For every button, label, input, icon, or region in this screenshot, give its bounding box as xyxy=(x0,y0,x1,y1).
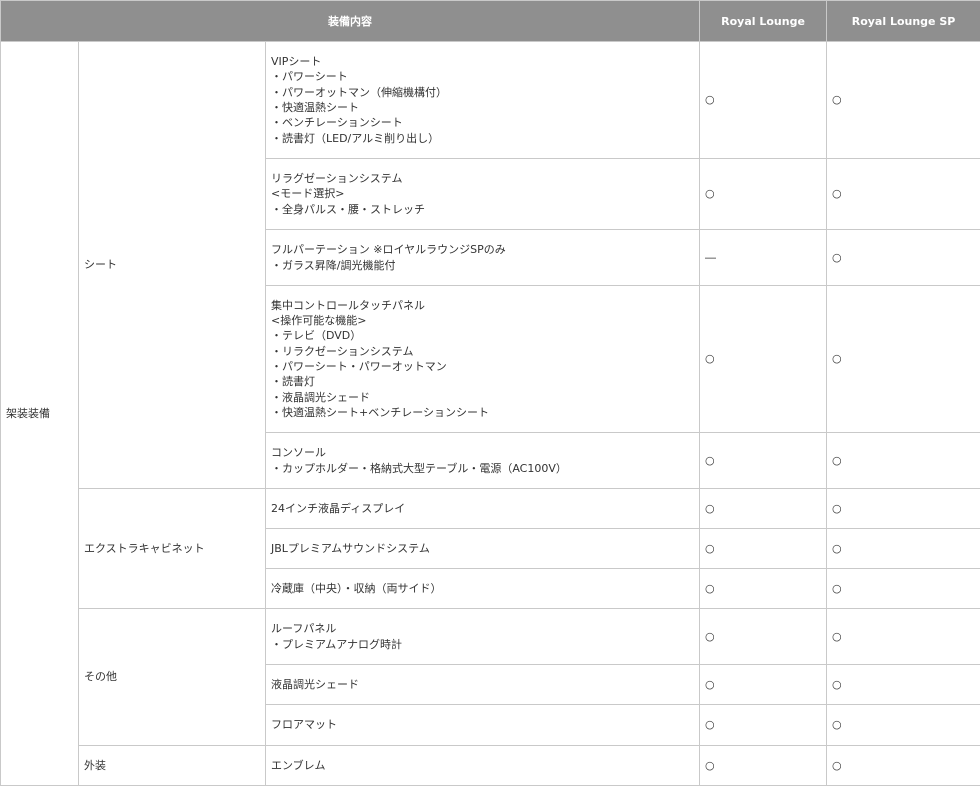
header-royal-lounge-sp: Royal Lounge SP xyxy=(827,1,980,42)
item-description: 24インチ液晶ディスプレイ xyxy=(266,489,700,529)
royal-lounge-mark: ○ xyxy=(700,529,827,569)
royal-lounge-sp-mark: ○ xyxy=(827,705,980,746)
royal-lounge-mark: ○ xyxy=(700,746,827,786)
group-cell-extra-cabinet: エクストラキャビネット xyxy=(79,489,266,609)
table-header-row: 装備内容 Royal Lounge Royal Lounge SP xyxy=(1,1,980,42)
royal-lounge-mark: ○ xyxy=(700,609,827,665)
item-description: ルーフパネル ・プレミアムアナログ時計 xyxy=(266,609,700,665)
item-description: 冷蔵庫（中央）・収納（両サイド） xyxy=(266,569,700,609)
royal-lounge-mark: ○ xyxy=(700,286,827,433)
royal-lounge-sp-mark: ○ xyxy=(827,433,980,489)
item-description: 液晶調光シェード xyxy=(266,665,700,705)
group-cell-other: その他 xyxy=(79,609,266,746)
royal-lounge-mark: ○ xyxy=(700,705,827,746)
item-description: エンブレム xyxy=(266,746,700,786)
royal-lounge-sp-mark: ○ xyxy=(827,609,980,665)
item-description: VIPシート ・パワーシート ・パワーオットマン（伸縮機構付） ・快適温熱シート… xyxy=(266,42,700,159)
group-cell-seat: シート xyxy=(79,42,266,489)
table-row: エクストラキャビネット 24インチ液晶ディスプレイ ○ ○ xyxy=(1,489,980,529)
royal-lounge-sp-mark: ○ xyxy=(827,159,980,230)
royal-lounge-mark: ― xyxy=(700,230,827,286)
royal-lounge-mark: ○ xyxy=(700,569,827,609)
royal-lounge-mark: ○ xyxy=(700,42,827,159)
royal-lounge-mark: ○ xyxy=(700,433,827,489)
royal-lounge-sp-mark: ○ xyxy=(827,529,980,569)
item-description: JBLプレミアムサウンドシステム xyxy=(266,529,700,569)
royal-lounge-mark: ○ xyxy=(700,489,827,529)
header-equipment: 装備内容 xyxy=(1,1,700,42)
item-description: フルパーテーション ※ロイヤルラウンジSPのみ ・ガラス昇降/調光機能付 xyxy=(266,230,700,286)
royal-lounge-mark: ○ xyxy=(700,665,827,705)
royal-lounge-sp-mark: ○ xyxy=(827,42,980,159)
item-description: 集中コントロールタッチパネル <操作可能な機能> ・テレビ（DVD） ・リラクゼ… xyxy=(266,286,700,433)
table-row: 架装装備 シート VIPシート ・パワーシート ・パワーオットマン（伸縮機構付）… xyxy=(1,42,980,159)
royal-lounge-sp-mark: ○ xyxy=(827,230,980,286)
item-description: コンソール ・カップホルダー・格納式大型テーブル・電源（AC100V） xyxy=(266,433,700,489)
header-royal-lounge: Royal Lounge xyxy=(700,1,827,42)
group-cell-exterior: 外装 xyxy=(79,746,266,786)
item-description: リラグゼーションシステム <モード選択> ・全身パルス・腰・ストレッチ xyxy=(266,159,700,230)
table-row: その他 ルーフパネル ・プレミアムアナログ時計 ○ ○ xyxy=(1,609,980,665)
royal-lounge-sp-mark: ○ xyxy=(827,569,980,609)
royal-lounge-sp-mark: ○ xyxy=(827,489,980,529)
item-description: フロアマット xyxy=(266,705,700,746)
royal-lounge-mark: ○ xyxy=(700,159,827,230)
table-row: 外装 エンブレム ○ ○ xyxy=(1,746,980,786)
royal-lounge-sp-mark: ○ xyxy=(827,665,980,705)
category-cell: 架装装備 xyxy=(1,42,79,786)
royal-lounge-sp-mark: ○ xyxy=(827,286,980,433)
royal-lounge-sp-mark: ○ xyxy=(827,746,980,786)
equipment-spec-table: 装備内容 Royal Lounge Royal Lounge SP 架装装備 シ… xyxy=(0,0,980,786)
